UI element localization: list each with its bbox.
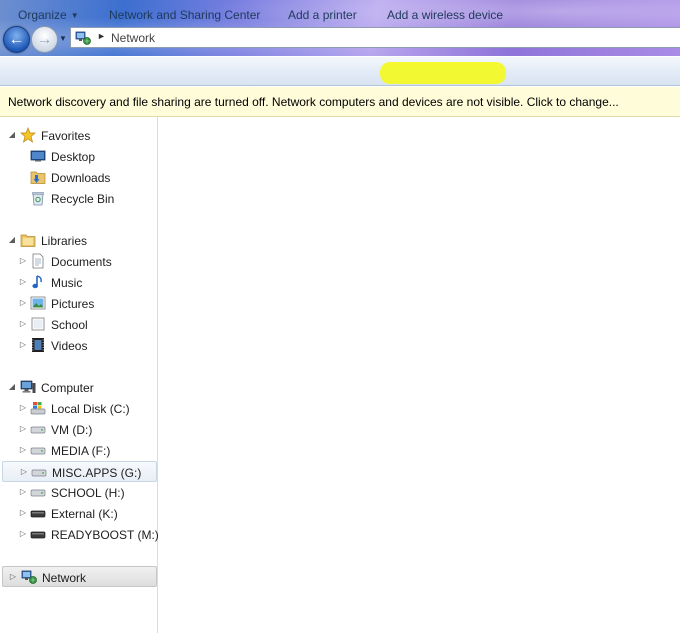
collapsed-arrow-icon[interactable]: ▷ (8, 571, 18, 583)
nav-drive-h[interactable]: ▷ SCHOOL (H:) (0, 482, 157, 503)
recycle-bin-icon (32, 192, 44, 206)
network-icon (75, 31, 91, 45)
external-drive-icon (30, 510, 46, 518)
desktop-icon (30, 150, 46, 162)
nav-item-videos[interactable]: ▷ Videos (0, 335, 157, 356)
libraries-icon (20, 234, 36, 247)
downloads-folder-icon (30, 171, 46, 184)
nav-item-label: Videos (51, 339, 88, 353)
organize-label: Organize (18, 8, 67, 22)
library-folder-icon (31, 317, 45, 331)
network-sharing-center-button[interactable]: Network and Sharing Center (109, 8, 260, 22)
collapsed-arrow-icon[interactable]: ▷ (18, 318, 28, 330)
nav-item-label: Local Disk (C:) (51, 402, 130, 416)
back-arrow-icon: ← (8, 30, 25, 48)
collapsed-arrow-icon[interactable]: ▷ (18, 339, 28, 351)
nav-favorites-label: Favorites (41, 129, 91, 143)
breadcrumb-network[interactable]: Network (111, 31, 155, 45)
windows-drive-icon (30, 402, 46, 415)
address-bar[interactable]: ► Network (70, 27, 680, 48)
collapsed-arrow-icon[interactable]: ▷ (18, 276, 28, 288)
expanded-arrow-icon[interactable]: ◢ (7, 234, 17, 246)
nav-drive-f[interactable]: ▷ MEDIA (F:) (0, 440, 157, 461)
nav-network-label: Network (42, 571, 87, 585)
add-printer-button[interactable]: Add a printer (288, 8, 357, 22)
nav-drive-c[interactable]: ▷ Local Disk (C:) (0, 398, 157, 419)
highlight-marker (380, 62, 506, 84)
expanded-arrow-icon[interactable]: ◢ (7, 381, 17, 393)
drive-icon (31, 469, 47, 477)
nav-item-label: Recycle Bin (51, 192, 115, 206)
nav-item-label: External (K:) (51, 507, 118, 521)
back-button[interactable]: ← (3, 26, 30, 53)
nav-libraries[interactable]: ◢ Libraries (0, 230, 157, 251)
forward-arrow-icon: → (36, 30, 53, 48)
nav-item-label: READYBOOST (M:) (51, 528, 159, 542)
navigation-pane[interactable]: ◢ Favorites Desktop Downloads Recycle Bi… (0, 117, 159, 633)
file-list-pane[interactable] (159, 117, 680, 633)
drive-icon (30, 489, 46, 497)
network-discovery-infobar[interactable]: Network discovery and file sharing are t… (0, 87, 680, 117)
nav-item-label: Documents (51, 255, 112, 269)
collapsed-arrow-icon[interactable]: ▷ (18, 507, 28, 519)
nav-drive-m[interactable]: ▷ READYBOOST (M:) (0, 524, 159, 545)
nav-item-label: School (51, 318, 88, 332)
collapsed-arrow-icon[interactable]: ▷ (18, 528, 28, 540)
collapsed-arrow-icon[interactable]: ▷ (18, 297, 28, 309)
nav-item-recycle-bin[interactable]: Recycle Bin (0, 188, 157, 209)
breadcrumb-separator-icon[interactable]: ► (97, 31, 106, 41)
collapsed-arrow-icon[interactable]: ▷ (18, 402, 28, 414)
infobar-message: Network discovery and file sharing are t… (8, 95, 619, 109)
documents-icon (32, 253, 44, 269)
nav-item-label: Music (51, 276, 83, 290)
nav-item-label: VM (D:) (51, 423, 93, 437)
nav-item-label: SCHOOL (H:) (51, 486, 125, 500)
drive-icon (30, 426, 46, 434)
nav-computer[interactable]: ◢ Computer (0, 377, 157, 398)
computer-icon (20, 380, 36, 393)
nav-item-desktop[interactable]: Desktop (0, 146, 157, 167)
command-bar (0, 56, 680, 86)
collapsed-arrow-icon[interactable]: ▷ (19, 466, 29, 478)
collapsed-arrow-icon[interactable]: ▷ (18, 423, 28, 435)
collapsed-arrow-icon[interactable]: ▷ (18, 486, 28, 498)
nav-drive-g[interactable]: ▷ MISC.APPS (G:) (2, 461, 157, 482)
pictures-icon (30, 296, 46, 310)
chevron-down-icon: ▼ (70, 11, 79, 20)
star-icon (20, 127, 36, 143)
music-icon (32, 275, 42, 289)
videos-icon (32, 338, 44, 352)
nav-item-music[interactable]: ▷ Music (0, 272, 157, 293)
nav-item-label: Pictures (51, 297, 95, 311)
nav-item-label: MISC.APPS (G:) (52, 466, 142, 480)
drive-icon (30, 447, 46, 455)
nav-item-school[interactable]: ▷ School (0, 314, 157, 335)
nav-favorites[interactable]: ◢ Favorites (0, 125, 157, 146)
collapsed-arrow-icon[interactable]: ▷ (18, 444, 28, 456)
nav-item-label: MEDIA (F:) (51, 444, 111, 458)
network-icon (21, 570, 37, 584)
nav-item-label: Desktop (51, 150, 96, 164)
nav-item-documents[interactable]: ▷ Documents (0, 251, 157, 272)
expanded-arrow-icon[interactable]: ◢ (7, 129, 17, 141)
add-wireless-device-button[interactable]: Add a wireless device (387, 8, 503, 22)
nav-item-label: Downloads (51, 171, 111, 185)
recent-pages-dropdown[interactable]: ▼ (58, 34, 68, 44)
external-drive-icon (30, 531, 46, 539)
nav-libraries-label: Libraries (41, 234, 88, 248)
nav-item-downloads[interactable]: Downloads (0, 167, 157, 188)
nav-drive-k[interactable]: ▷ External (K:) (0, 503, 157, 524)
forward-button[interactable]: → (31, 26, 58, 53)
nav-item-pictures[interactable]: ▷ Pictures (0, 293, 157, 314)
nav-drive-d[interactable]: ▷ VM (D:) (0, 419, 157, 440)
organize-button[interactable]: Organize ▼ (18, 8, 79, 22)
collapsed-arrow-icon[interactable]: ▷ (18, 255, 28, 267)
chevron-down-icon: ▼ (59, 34, 67, 43)
nav-computer-label: Computer (41, 381, 94, 395)
nav-network[interactable]: ▷ Network (2, 566, 157, 587)
